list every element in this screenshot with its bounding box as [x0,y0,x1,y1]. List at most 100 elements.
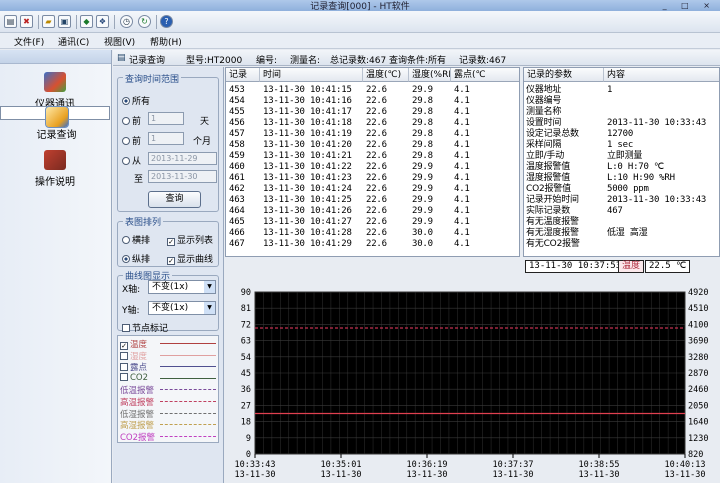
records-cell: 22.6 [366,173,387,183]
records-cell: 4.1 [454,129,470,139]
legend-checkbox[interactable] [120,372,128,381]
export-icon[interactable]: ◆ [80,15,93,28]
records-cell: 456 [229,118,245,128]
param-name: 有无温度报警 [526,217,579,227]
radio-recent-days[interactable]: 前 [122,114,141,127]
records-cell: 461 [229,173,245,183]
link-icon[interactable]: ❖ [96,15,109,28]
nav-record-query-label: 记录查询 [36,130,77,141]
y-left-tick-label: 72 [241,320,251,330]
chart-canvas[interactable]: 90 492081 451072 410063 369054 328045 287036 24… [225,258,720,483]
params-column-header[interactable]: 记录的参数 [524,68,604,82]
open-icon[interactable]: ▤ [4,15,17,28]
refresh-icon[interactable]: ↻ [138,15,151,28]
y-left-tick-label: 45 [241,369,251,379]
records-cell: 4.1 [454,96,470,106]
legend-item[interactable]: CO2 [120,372,216,383]
records-cell: 4.1 [454,151,470,161]
legend-line [160,412,216,414]
menu-view[interactable]: 视图(V) [104,35,135,48]
y-right-tick-label: 2870 [688,369,708,379]
months-stepper[interactable]: 1 [148,132,184,145]
records-cell: 13-11-30 10:41:20 [263,140,352,150]
legend-item[interactable]: 露点 [120,361,216,374]
params-column-header[interactable]: 内容 [604,68,719,82]
legend-label: 露点 [130,363,148,374]
chevron-down-icon: ▼ [204,302,215,314]
y-left-tick-label: 81 [241,304,251,314]
legend-label: CO2报警 [120,432,156,443]
left-nav: 仪器通讯 记录查询 操作说明 [0,50,112,483]
window-controls[interactable]: _ □ × [663,1,716,10]
records-cell: 29.8 [412,129,433,139]
legend-item[interactable]: 高温报警 [120,396,216,408]
records-column-header[interactable]: 时间 [260,68,363,82]
folder-icon[interactable]: ▰ [42,15,55,28]
param-value: 467 [607,206,623,216]
records-cell: 13-11-30 10:41:22 [263,162,352,172]
records-cell: 13-11-30 10:41:21 [263,151,352,161]
records-cell: 13-11-30 10:41:28 [263,228,352,238]
legend-checkbox[interactable] [120,363,128,372]
radio-recent-months[interactable]: 前 [122,134,141,147]
radio-vertical[interactable]: 纵排 [122,252,150,265]
nav-manual-label: 操作说明 [35,177,75,188]
help-icon[interactable]: ? [160,15,173,28]
clock-icon[interactable]: ◷ [120,15,133,28]
records-cell: 30.0 [412,239,433,249]
records-cell: 22.6 [366,206,387,216]
records-column-header[interactable]: 湿度(%RH) [409,68,451,82]
record-query-icon [44,106,69,128]
days-stepper[interactable]: 1 [148,112,184,125]
legend-item[interactable]: 低温报警 [120,384,216,397]
records-column-header[interactable]: 露点(℃ [451,68,519,82]
records-cell: 22.6 [366,85,387,95]
nav-record-query[interactable]: 记录查询 [0,106,110,141]
legend-item[interactable]: 湿度 [120,350,216,362]
title-bar: 记录查询[000] - HT软件 _ □ × [0,0,720,12]
options-panel: 查询时间范围 所有 前 1 天 前 1 个月 从 2013-11-29 至 20… [113,67,224,483]
records-cell: 29.8 [412,118,433,128]
records-cell: 463 [229,195,245,205]
radio-from[interactable]: 从 [122,154,141,167]
legend-item[interactable]: 高湿报警 [120,419,216,431]
records-column-header[interactable]: 记录 [226,68,260,82]
legend-line [160,424,216,426]
delete-icon[interactable]: ✖ [20,15,33,28]
nav-manual[interactable]: 操作说明 [0,150,110,196]
records-column-header[interactable]: 温度(℃) [363,68,409,82]
menu-help[interactable]: 帮助(H) [150,35,182,48]
check-node-mark[interactable]: 节点标记 [122,321,168,334]
check-show-curve[interactable]: ✓ 显示曲线 [167,252,213,265]
y-right-tick-label: 2460 [688,385,708,395]
legend-item[interactable]: CO2报警 [120,431,216,443]
save-icon[interactable]: ▣ [58,15,71,28]
radio-all[interactable]: 所有 [122,94,150,107]
param-name: 设定记录总数 [526,129,579,139]
y-right-tick-label: 820 [688,450,703,460]
y-left-tick-label: 63 [241,337,251,347]
strip-total: 总记录数:467 [330,56,387,66]
records-cell: 466 [229,228,245,238]
x-axis-select[interactable]: 不变(1x) ▼ [148,280,216,294]
y-axis-select[interactable]: 不变(1x) ▼ [148,301,216,315]
legend-checkbox[interactable] [120,351,128,360]
param-name: 设置时间 [526,118,562,128]
x-tick-time: 10:36:19 [407,460,448,470]
query-button[interactable]: 查询 [148,191,201,208]
legend-line [160,354,216,356]
legend-label: 低温报警 [120,386,155,397]
legend-label: 高温报警 [120,398,155,408]
param-value: L:0 H:70 ℃ [607,162,664,172]
records-cell: 454 [229,96,245,106]
menu-file[interactable]: 文件(F) [14,35,44,48]
legend-item[interactable]: 低湿报警 [120,408,216,420]
records-cell: 4.1 [454,217,470,227]
legend-item[interactable]: ✓ 温度 [120,338,216,350]
menu-comm[interactable]: 通讯(C) [58,35,89,48]
check-show-list[interactable]: ✓ 显示列表 [167,233,213,246]
from-date-picker[interactable]: 2013-11-29 [148,152,217,165]
to-date-picker[interactable]: 2013-11-30 [148,170,217,183]
radio-horizontal[interactable]: 横排 [122,233,150,246]
records-cell: 455 [229,107,245,117]
